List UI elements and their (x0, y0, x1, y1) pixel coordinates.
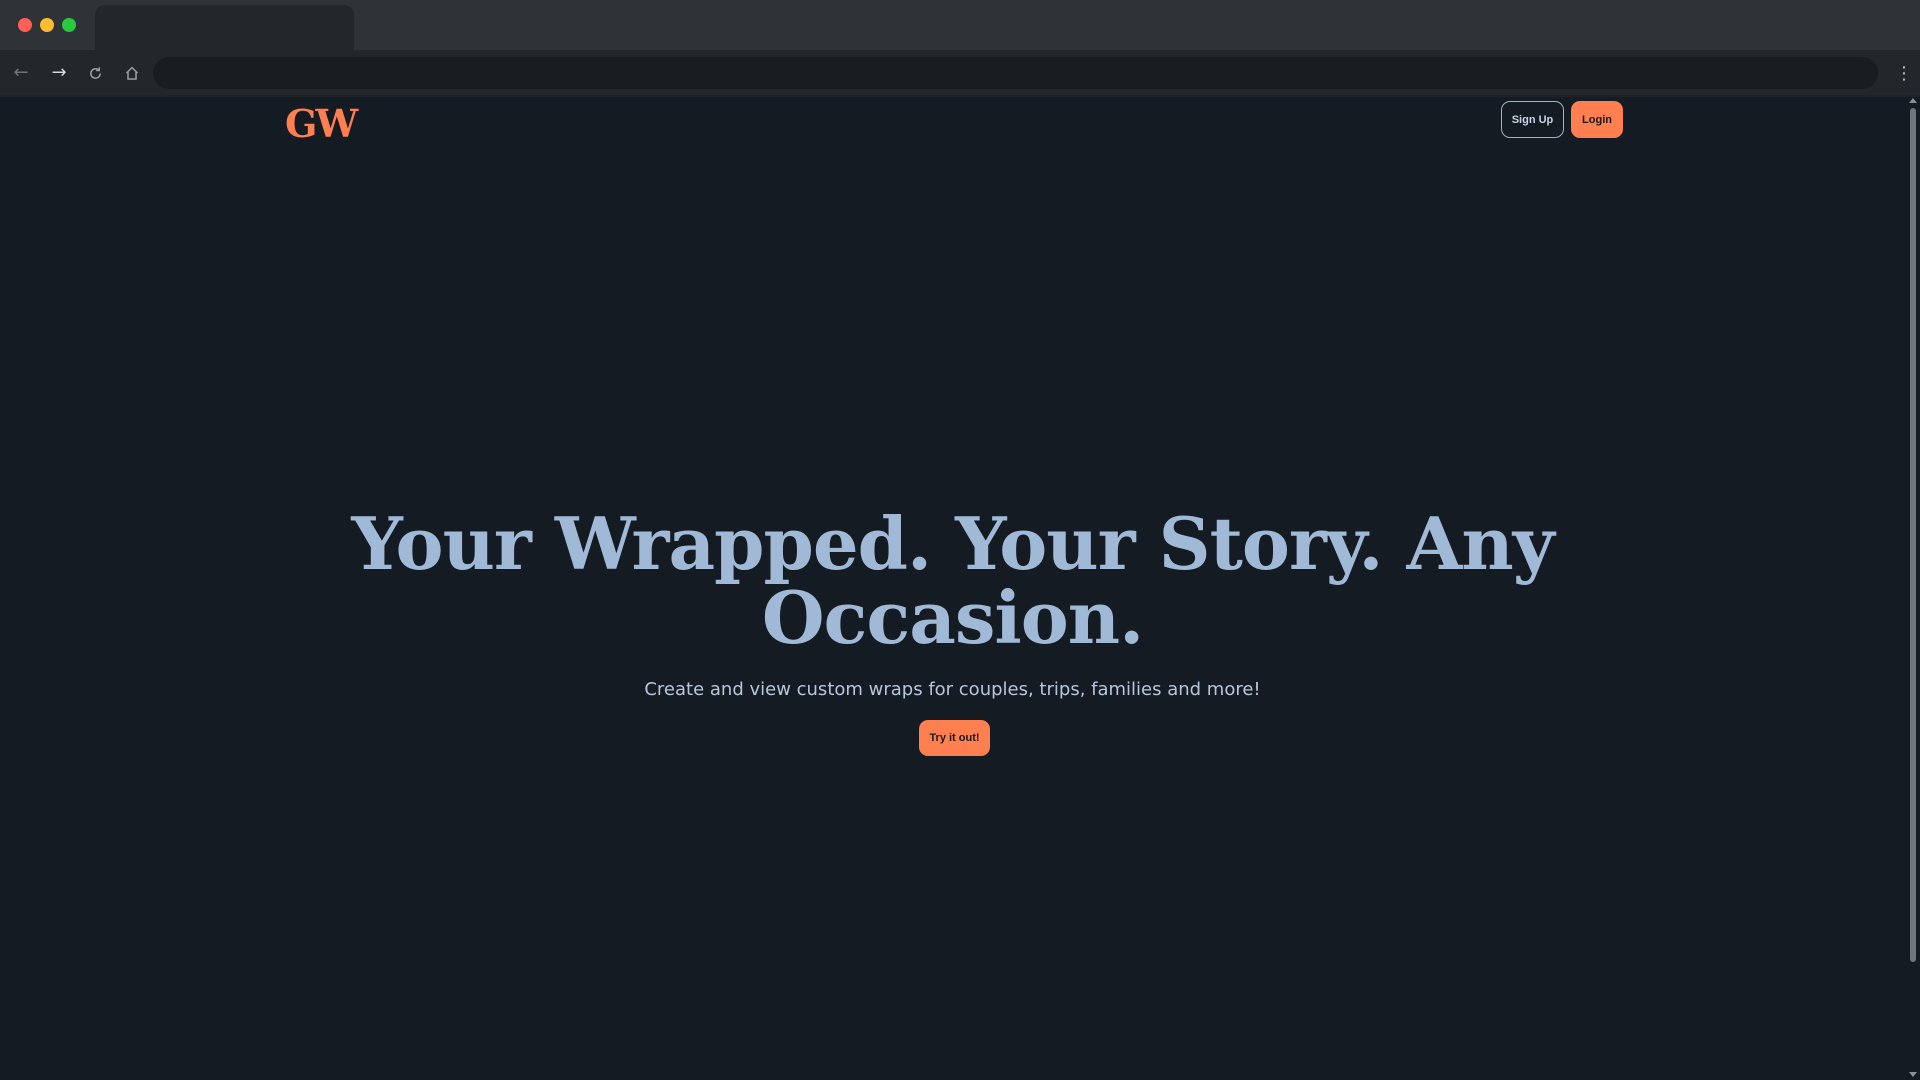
reload-icon[interactable] (84, 62, 106, 84)
close-window-button[interactable] (18, 18, 32, 32)
try-it-out-button[interactable]: Try it out! (919, 720, 990, 756)
maximize-window-button[interactable] (62, 18, 76, 32)
page: GW Sign Up Login Your Wrapped. Your Stor… (0, 97, 1905, 1080)
home-icon[interactable] (121, 62, 143, 84)
logo[interactable]: GW (285, 101, 358, 146)
menu-icon[interactable]: ⋮ (1895, 62, 1913, 84)
signup-button[interactable]: Sign Up (1501, 101, 1564, 138)
scroll-up-icon[interactable] (1909, 98, 1917, 103)
back-icon[interactable]: ← (10, 62, 32, 84)
login-button[interactable]: Login (1571, 101, 1623, 138)
scrollbar-thumb[interactable] (1910, 108, 1916, 962)
forward-icon[interactable]: → (48, 62, 70, 84)
address-bar[interactable] (153, 57, 1878, 89)
hero-title: Your Wrapped. Your Story. Any Occasion. (351, 501, 1554, 660)
browser-titlebar (0, 0, 1920, 50)
browser-tab[interactable] (95, 5, 354, 50)
hero-subtitle: Create and view custom wraps for couples… (644, 679, 1261, 700)
minimize-window-button[interactable] (40, 18, 54, 32)
scroll-down-icon[interactable] (1909, 1072, 1917, 1077)
